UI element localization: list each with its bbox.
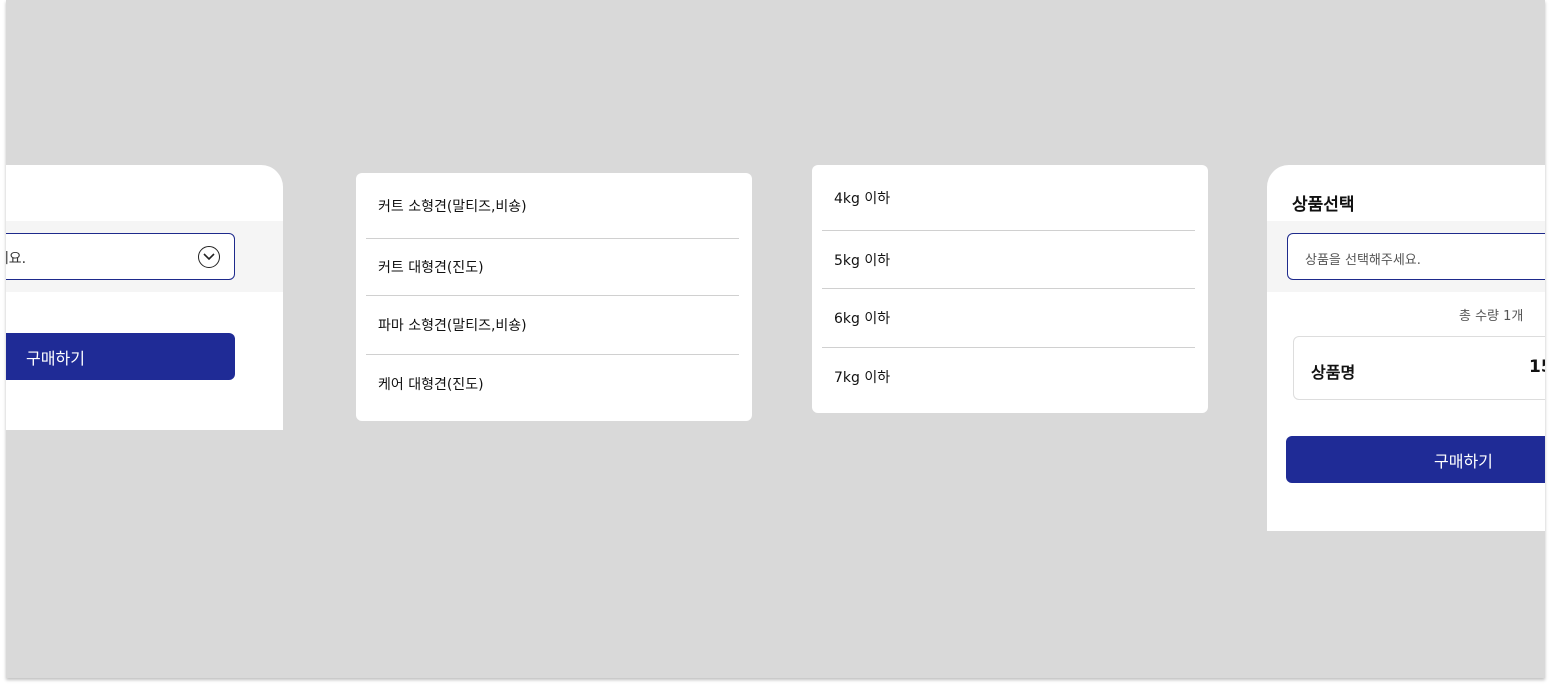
list-item[interactable]: 6kg 이하 xyxy=(822,289,1195,348)
list-item[interactable]: 파마 소형견(말티즈,비숑) xyxy=(366,296,739,355)
product-price: 15 xyxy=(1529,357,1545,377)
service-options-list: 커트 소형견(말티즈,비숑) 커트 대형견(진도) 파마 소형견(말티즈,비숑)… xyxy=(356,173,752,421)
select-placeholder: 주세요. xyxy=(6,251,27,267)
product-name: 상품명 xyxy=(1311,363,1356,382)
weight-options-list: 4kg 이하 5kg 이하 6kg 이하 7kg 이하 xyxy=(812,165,1208,413)
product-select-dropdown[interactable]: 주세요. xyxy=(6,233,235,280)
canvas: 주세요. 구매하기 커트 소형견(말티즈,비숑) 커트 대형견(진도) 파마 소… xyxy=(6,0,1545,678)
list-item[interactable]: 커트 대형견(진도) xyxy=(366,239,739,296)
chevron-down-icon[interactable] xyxy=(198,246,220,268)
select-placeholder: 상품을 선택해주세요. xyxy=(1305,253,1421,268)
list-item[interactable]: 케어 대형견(진도) xyxy=(366,355,739,413)
list-item[interactable]: 5kg 이하 xyxy=(822,231,1195,289)
buy-button[interactable]: 구매하기 xyxy=(1286,436,1545,483)
buy-button[interactable]: 구매하기 xyxy=(6,333,235,380)
list-item[interactable]: 커트 소형견(말티즈,비숑) xyxy=(366,173,739,239)
card-title: 상품선택 xyxy=(1292,195,1355,215)
selected-product-box: 상품명 15 xyxy=(1293,336,1545,400)
list-item[interactable]: 7kg 이하 xyxy=(822,348,1195,406)
list-item[interactable]: 4kg 이하 xyxy=(822,165,1195,231)
purchase-card-cropped: 주세요. 구매하기 xyxy=(6,165,283,430)
total-quantity: 총 수량 1개 xyxy=(1459,309,1524,324)
product-select-dropdown[interactable]: 상품을 선택해주세요. xyxy=(1287,233,1545,280)
product-select-card: 상품선택 상품을 선택해주세요. 총 수량 1개 상품명 15 구매하기 xyxy=(1267,165,1545,531)
